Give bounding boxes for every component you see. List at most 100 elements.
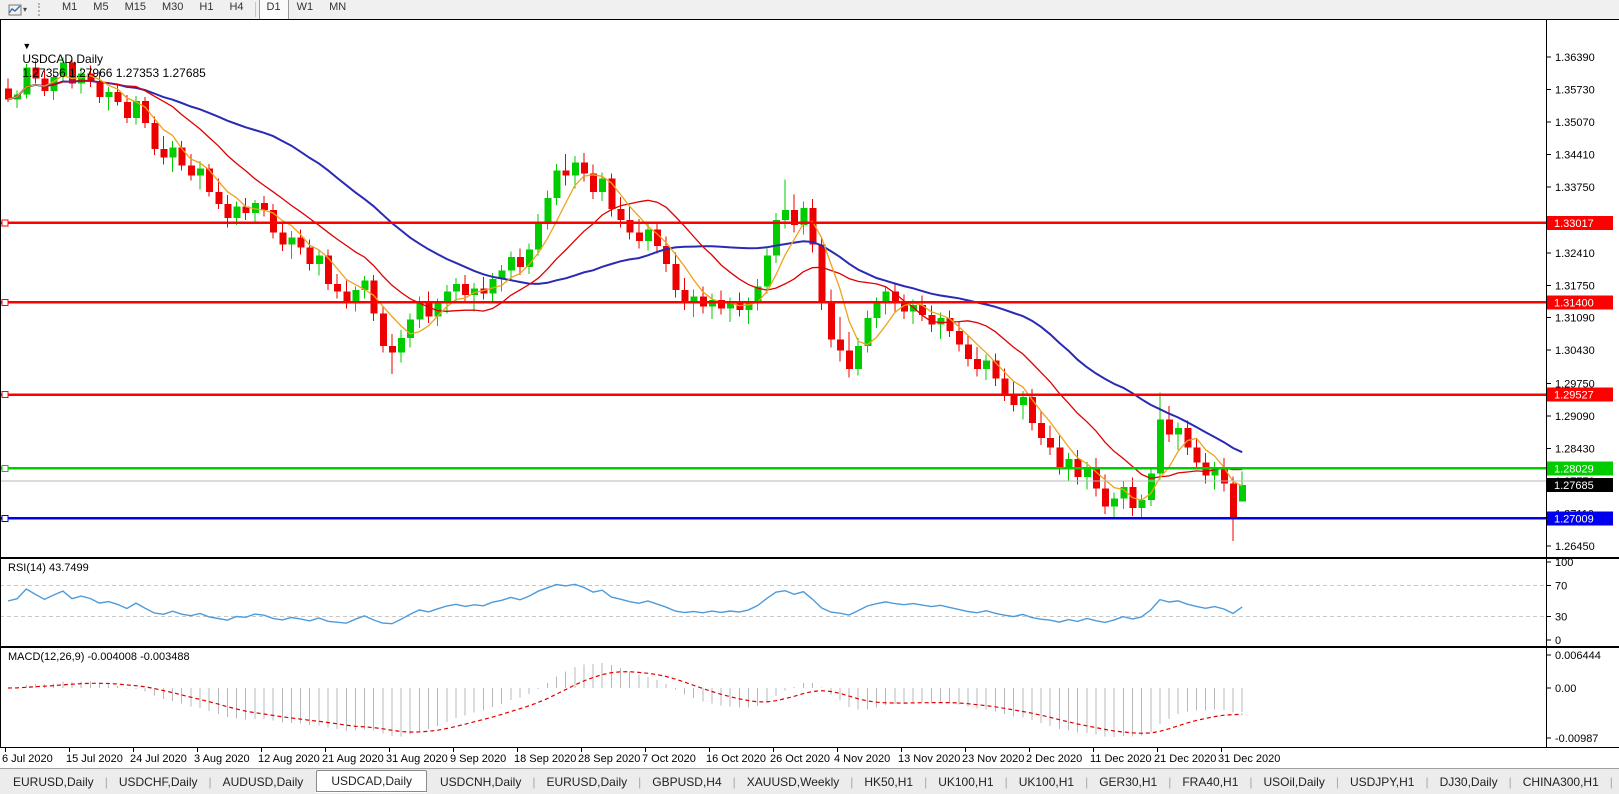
- candle-body: [828, 302, 835, 340]
- candle-body: [1230, 484, 1237, 518]
- candle-body: [142, 101, 149, 123]
- chart-tab-EURUSD-Daily[interactable]: EURUSD,Daily: [533, 772, 640, 792]
- chart-tab-USDCNH-Daily[interactable]: USDCNH,Daily: [427, 772, 534, 792]
- price-axis-label: 1.32410: [1555, 248, 1595, 260]
- candle-body: [179, 148, 186, 166]
- price-axis-label: 1.26450: [1555, 541, 1595, 553]
- price-axis-label: 1.30430: [1555, 345, 1595, 357]
- symbol-dropdown-icon[interactable]: ▼: [22, 41, 31, 51]
- price-badge-label: 1.27009: [1554, 513, 1594, 525]
- time-axis-label: 16 Oct 2020: [706, 753, 766, 765]
- candle-body: [1065, 459, 1072, 467]
- chart-tab-EURUSD-Daily[interactable]: EURUSD,Daily: [0, 772, 107, 792]
- chart-tab-DJ30-Daily[interactable]: DJ30,Daily: [1427, 772, 1511, 792]
- candle-body: [325, 256, 332, 284]
- timeframe-button-MN[interactable]: MN: [321, 0, 354, 20]
- time-axis-label: 31 Dec 2020: [1218, 753, 1280, 765]
- candle-body: [974, 359, 981, 369]
- chart-tab-GER30-H1[interactable]: GER30,H1: [1086, 772, 1170, 792]
- time-axis[interactable]: 6 Jul 202015 Jul 202024 Jul 20203 Aug 20…: [0, 748, 1619, 768]
- chart-tab-CHINA300-H1[interactable]: CHINA300,H1: [1510, 772, 1612, 792]
- candle-body: [1020, 397, 1027, 405]
- candle-body: [1047, 438, 1054, 448]
- candle-body: [773, 220, 780, 256]
- candle-body: [407, 320, 414, 338]
- toolbar-grip-handle[interactable]: [38, 3, 45, 16]
- candle-body: [352, 290, 359, 301]
- chart-cursor-icon: [8, 4, 22, 16]
- candle-body: [563, 171, 570, 176]
- time-axis-tick: [517, 748, 518, 752]
- candle-body: [206, 169, 213, 192]
- mt4-window: ▾ M1M5M15M30H1H4 D1W1MN 1.363901.357301.3…: [0, 0, 1619, 794]
- chart-tab-UK100-H1[interactable]: UK100,H1: [925, 772, 1006, 792]
- candle-body: [316, 256, 323, 264]
- macd-axis-label: 0.00: [1555, 683, 1576, 695]
- rsi-axis-label: 30: [1555, 612, 1567, 624]
- macd-axis-label: -0.00987: [1555, 733, 1598, 745]
- macd-panel[interactable]: 0.0064440.00-0.00987: [0, 647, 1619, 748]
- timeframe-button-D1[interactable]: D1: [259, 0, 289, 20]
- hline-anchor[interactable]: [2, 515, 8, 521]
- time-axis-tick: [1157, 748, 1158, 752]
- time-axis-label: 4 Nov 2020: [834, 753, 890, 765]
- rsi-axis-label: 0: [1555, 635, 1561, 647]
- time-axis-label: 31 Aug 2020: [386, 753, 448, 765]
- candle-body: [288, 238, 295, 245]
- candle-body: [124, 102, 131, 118]
- candle-body: [1038, 423, 1045, 438]
- candle-body: [1111, 498, 1118, 506]
- timeframe-button-H4[interactable]: H4: [221, 0, 251, 20]
- chart-tab-GBPUSD-H4[interactable]: GBPUSD,H4: [639, 772, 734, 792]
- chart-tab-FRA40-H1[interactable]: FRA40,H1: [1169, 772, 1251, 792]
- hline-anchor[interactable]: [2, 392, 8, 398]
- time-axis-tick: [197, 748, 198, 752]
- chart-tab-USDCAD-Daily[interactable]: USDCAD,Daily: [316, 770, 427, 792]
- time-axis-label: 7 Oct 2020: [642, 753, 696, 765]
- hline-anchor[interactable]: [2, 299, 8, 305]
- candle-body: [691, 297, 698, 302]
- chart-tab-USDJPY-H1[interactable]: USDJPY,H1: [1337, 772, 1427, 792]
- time-axis-tick: [581, 748, 582, 752]
- candle-body: [636, 233, 643, 241]
- time-axis-tick: [5, 748, 6, 752]
- price-axis-label: 1.29090: [1555, 411, 1595, 423]
- candle-body: [873, 303, 880, 318]
- timeframe-button-M15[interactable]: M15: [117, 0, 154, 20]
- candle-body: [599, 179, 606, 192]
- timeframe-buttons: M1M5M15M30H1H4 D1W1MN: [50, 0, 358, 19]
- chart-tab-HK50-H1[interactable]: HK50,H1: [851, 772, 926, 792]
- candle-body: [160, 149, 167, 157]
- candle-body: [279, 233, 286, 245]
- toolbar-separator: [255, 2, 256, 17]
- price-chart-panel[interactable]: 1.363901.357301.350701.344101.337501.324…: [0, 19, 1619, 558]
- candle-body: [1001, 379, 1008, 394]
- timeframe-button-M5[interactable]: M5: [85, 0, 116, 20]
- chart-tab-XAUUSD-Weekly[interactable]: XAUUSD,Weekly: [734, 772, 852, 792]
- rsi-panel[interactable]: 10070300: [0, 558, 1619, 647]
- chart-tab-AUDUSD-Daily[interactable]: AUDUSD,Daily: [210, 772, 317, 792]
- candle-body: [1102, 488, 1109, 506]
- rsi-axis-label: 100: [1555, 558, 1573, 569]
- candle-body: [398, 338, 405, 353]
- time-axis-label: 3 Aug 2020: [194, 753, 250, 765]
- timeframe-button-M30[interactable]: M30: [154, 0, 191, 20]
- time-axis-tick: [389, 748, 390, 752]
- chart-tab-USDCHF-Daily[interactable]: USDCHF,Daily: [106, 772, 211, 792]
- chart-ohlc-values: 1.27356 1.27966 1.27353 1.27685: [22, 66, 206, 80]
- candle-body: [197, 169, 204, 176]
- hline-anchor[interactable]: [2, 220, 8, 226]
- chart-tab-US[interactable]: US: [1611, 772, 1619, 792]
- chart-tab-USOil-Daily[interactable]: USOil,Daily: [1251, 772, 1338, 792]
- timeframe-button-H1[interactable]: H1: [191, 0, 221, 20]
- chart-cursor-button[interactable]: ▾: [4, 1, 31, 18]
- candle-body: [508, 257, 515, 270]
- candle-body: [188, 166, 195, 176]
- chart-tab-UK100-H1[interactable]: UK100,H1: [1006, 772, 1087, 792]
- time-axis-tick: [965, 748, 966, 752]
- candle-body: [170, 148, 177, 158]
- timeframe-button-W1[interactable]: W1: [289, 0, 322, 20]
- timeframe-button-M1[interactable]: M1: [54, 0, 85, 20]
- price-axis-label: 1.35070: [1555, 117, 1595, 129]
- hline-anchor[interactable]: [2, 465, 8, 471]
